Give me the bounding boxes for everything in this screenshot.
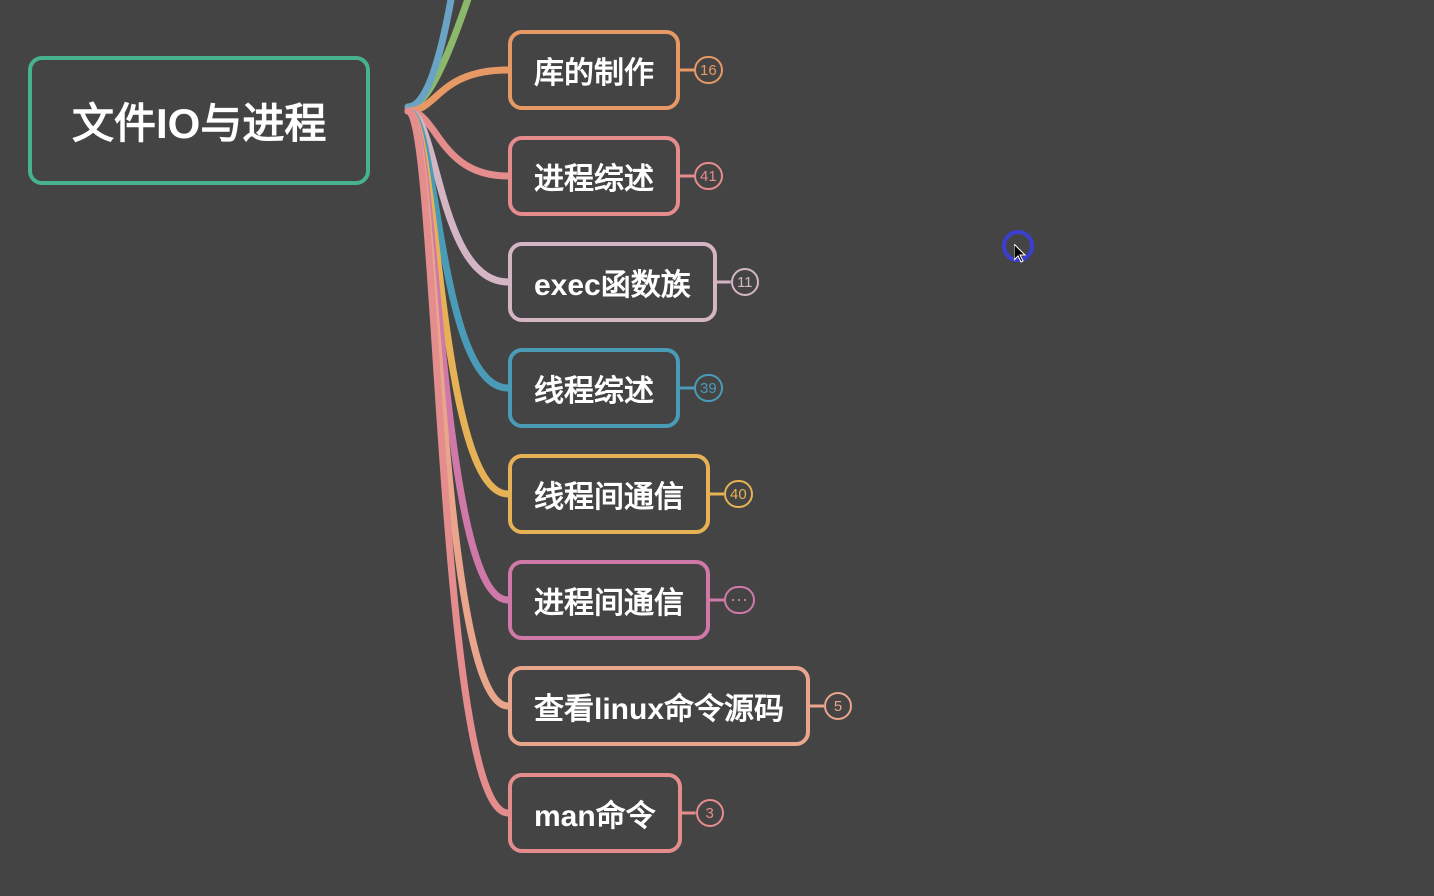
- child-node[interactable]: 库的制作: [508, 30, 680, 110]
- child-node[interactable]: 查看linux命令源码: [508, 666, 810, 746]
- count-badge[interactable]: 16: [694, 56, 723, 84]
- badge-value: 39: [700, 380, 717, 397]
- connector: [408, 70, 508, 111]
- child-label: 库的制作: [534, 57, 654, 90]
- child-label: 线程综述: [534, 375, 654, 408]
- child-label: 线程间通信: [534, 481, 684, 514]
- count-badge[interactable]: 5: [824, 692, 852, 720]
- mindmap-canvas[interactable]: 文件IO与进程 库的制作进程综述 exec函数族线程综述线程间通信进程间通信查看li…: [0, 0, 1434, 896]
- count-badge[interactable]: 39: [694, 374, 723, 402]
- child-label: exec函数族: [534, 269, 691, 302]
- child-label: 进程综述: [534, 163, 654, 196]
- child-node[interactable]: 线程综述: [508, 348, 680, 428]
- count-badge[interactable]: 3: [696, 799, 724, 827]
- cursor-arrow-icon: [1014, 244, 1030, 264]
- connector: [408, 111, 508, 388]
- connector: [408, 111, 508, 282]
- child-node[interactable]: man命令: [508, 773, 682, 853]
- badge-value: 11: [737, 274, 753, 291]
- collapse-badge[interactable]: ⋯: [724, 586, 755, 614]
- connector: [408, 111, 508, 176]
- child-node[interactable]: exec函数族: [508, 242, 717, 322]
- count-badge[interactable]: 11: [731, 268, 759, 296]
- child-node[interactable]: 进程间通信: [508, 560, 710, 640]
- root-label: 文件IO与进程: [72, 100, 326, 147]
- root-node[interactable]: 文件IO与进程: [28, 56, 370, 185]
- connector: [408, 111, 508, 494]
- count-badge[interactable]: 41: [694, 162, 723, 190]
- badge-value: 3: [706, 805, 714, 822]
- badge-value: 16: [700, 62, 717, 79]
- child-node[interactable]: 进程综述: [508, 136, 680, 216]
- connector: [408, 111, 508, 813]
- child-label: man命令: [534, 800, 656, 833]
- child-label: 查看linux命令源码: [534, 693, 784, 726]
- count-badge[interactable]: 40: [724, 480, 753, 508]
- child-label: 进程间通信: [534, 587, 684, 620]
- connector: [408, 111, 508, 706]
- child-node[interactable]: 线程间通信: [508, 454, 710, 534]
- connector: [408, 111, 508, 600]
- badge-value: 5: [834, 698, 842, 715]
- badge-value: 40: [730, 486, 747, 503]
- badge-value: 41: [700, 168, 717, 185]
